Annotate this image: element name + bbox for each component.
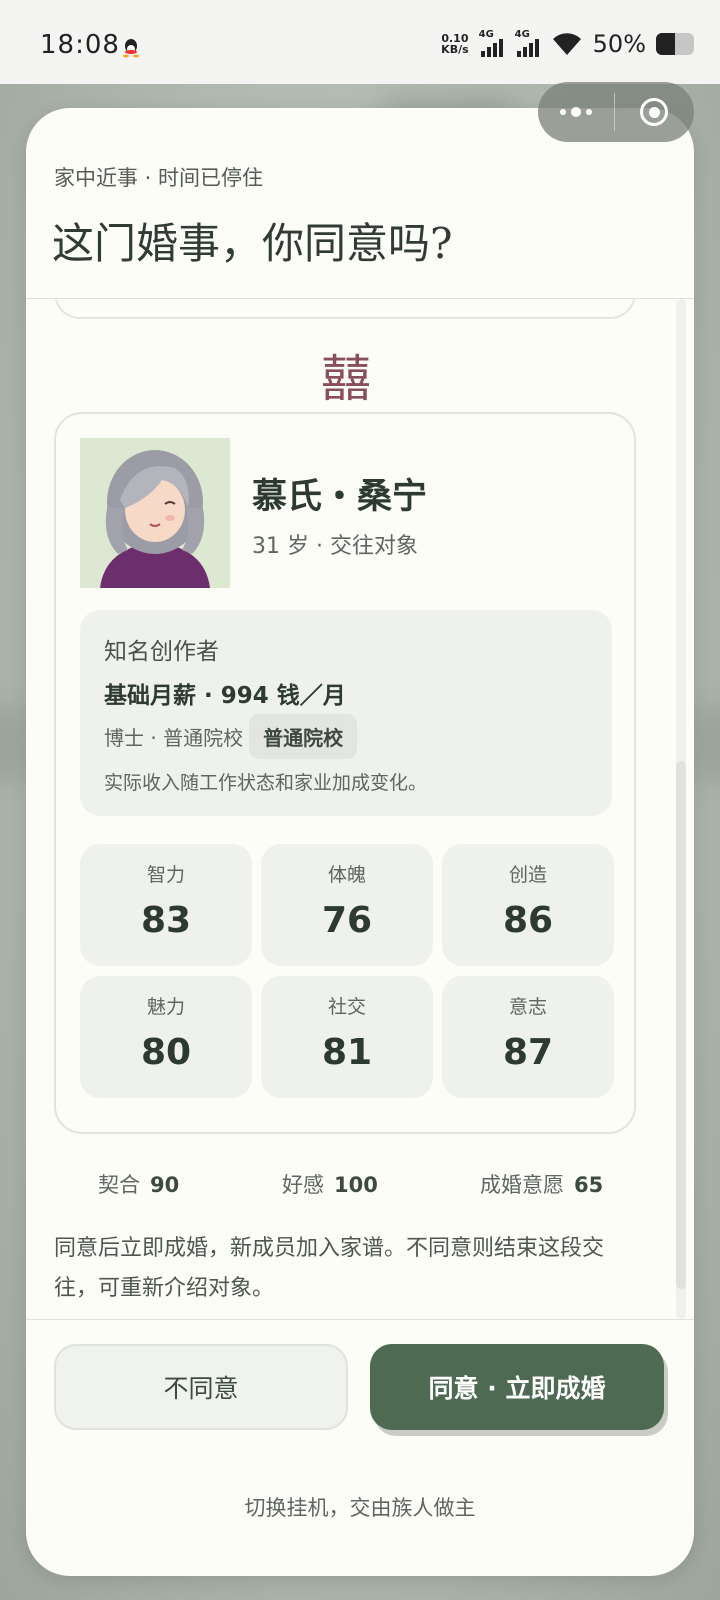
candidate-name: 慕氏・桑宁: [252, 477, 428, 517]
accept-marry-button[interactable]: 同意 · 立即成婚: [370, 1344, 664, 1430]
wifi-icon: [552, 33, 581, 55]
auto-mode-link[interactable]: 切换挂机，交由族人做主: [26, 1492, 694, 1522]
battery-icon: [656, 33, 694, 55]
stats-grid: 智力 83 体魄 76 创造 86 魅力 80 社交 81 意志 87: [80, 844, 614, 1098]
battery-percent: 50%: [592, 30, 646, 58]
signal-icon: 4G: [479, 29, 509, 59]
status-bar: 18:08 0.10 KB/s 4G 4G 50%: [0, 0, 720, 84]
avatar: [80, 438, 230, 588]
double-happiness-symbol: 囍: [321, 350, 371, 408]
signal-icon: 4G: [515, 29, 545, 59]
close-miniapp-icon[interactable]: [615, 98, 693, 126]
education-text: 博士 · 普通院校: [104, 726, 244, 750]
previous-card-edge: [54, 299, 636, 319]
net-speed: 0.10 KB/s: [441, 32, 469, 56]
stat-creativity: 创造 86: [442, 844, 614, 966]
stat-social: 社交 81: [261, 976, 433, 1098]
status-time: 18:08: [40, 30, 120, 60]
stat-intelligence: 智力 83: [80, 844, 252, 966]
status-indicators: 0.10 KB/s 4G 4G 50%: [441, 28, 694, 60]
marriage-dialog: 家中近事 · 时间已停住 这门婚事，你同意吗? 囍 慕氏・桑宁 31 岁 · 交…: [26, 108, 694, 1576]
job-salary: 基础月薪 · 994 钱／月: [104, 683, 346, 709]
affection: 好感 100: [282, 1173, 378, 1197]
job-title: 知名创作者: [104, 639, 219, 665]
candidate-meta: 31 岁 · 交往对象: [252, 534, 418, 559]
dialog-scroll-area[interactable]: 囍 慕氏・桑宁 31 岁 · 交往对象 知名创作者 基础月薪 · 994 钱／月…: [26, 299, 694, 1319]
avatar-illustration: [80, 438, 230, 588]
decision-description: 同意后立即成婚，新成员加入家谱。不同意则结束这段交往，可重新介绍对象。: [54, 1236, 605, 1301]
education-tag: 普通院校: [249, 714, 358, 759]
job-info: 知名创作者 基础月薪 · 994 钱／月 博士 · 普通院校 普通院校 实际收入…: [80, 610, 612, 816]
stat-physique: 体魄 76: [261, 844, 433, 966]
miniapp-capsule: [538, 82, 694, 142]
reject-button[interactable]: 不同意: [54, 1344, 348, 1430]
scrollbar[interactable]: [676, 299, 686, 1319]
stat-charm: 魅力 80: [80, 976, 252, 1098]
dialog-title: 这门婚事，你同意吗?: [52, 219, 453, 268]
candidate-card: 慕氏・桑宁 31 岁 · 交往对象 知名创作者 基础月薪 · 994 钱／月 博…: [54, 412, 636, 1134]
qq-icon: [123, 39, 139, 58]
dialog-subtitle: 家中近事 · 时间已停住: [54, 166, 264, 190]
compatibility: 契合 90: [98, 1173, 180, 1197]
education-row: 博士 · 普通院校 普通院校: [104, 714, 358, 759]
scrollbar-thumb[interactable]: [676, 761, 686, 1289]
income-note: 实际收入随工作状态和家业加成变化。: [104, 772, 428, 794]
footer-divider: [26, 1319, 694, 1320]
marriage-willingness: 成婚意愿 65: [480, 1173, 604, 1197]
more-icon[interactable]: [538, 107, 614, 117]
stat-willpower: 意志 87: [442, 976, 614, 1098]
